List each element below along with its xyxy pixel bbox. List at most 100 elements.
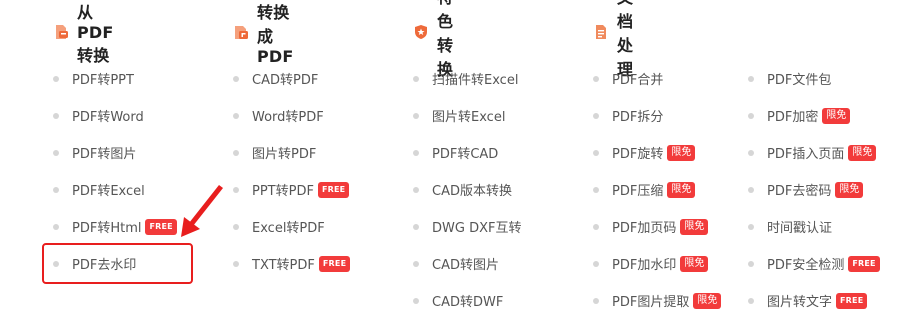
tool-label[interactable]: PDF图片提取 (612, 291, 689, 310)
shield-star-icon (413, 24, 429, 40)
tool-label[interactable]: PDF转Html (72, 217, 141, 236)
bullet-icon (593, 223, 599, 230)
tool-label[interactable]: Excel转PDF (252, 217, 325, 236)
tool-link[interactable]: CAD转DWF (413, 282, 503, 319)
column-title: 转换成PDF (257, 2, 294, 66)
bullet-icon (53, 75, 59, 82)
tool-label[interactable]: PDF合并 (612, 69, 663, 88)
bullet-icon (233, 186, 239, 193)
tool-link[interactable]: CAD转PDF (233, 60, 318, 97)
bullet-icon (233, 223, 239, 230)
column-header: 特色转换 (413, 0, 453, 79)
tool-label[interactable]: DWG DXF互转 (432, 217, 521, 236)
tool-link[interactable]: PDF旋转 限免 (593, 134, 696, 171)
tool-label[interactable]: PDF压缩 (612, 180, 663, 199)
tool-label[interactable]: PDF拆分 (612, 106, 663, 125)
tool-label[interactable]: PDF文件包 (767, 69, 831, 88)
bullet-icon (593, 260, 599, 267)
tool-label[interactable]: PDF转PPT (72, 69, 134, 88)
tool-link[interactable]: PDF去密码 限免 (748, 171, 864, 208)
pdf-doc-icon (53, 24, 69, 40)
tool-label[interactable]: PDF转Excel (72, 180, 145, 199)
tool-link[interactable]: CAD转图片 (413, 245, 499, 282)
tool-label[interactable]: PDF转图片 (72, 143, 136, 162)
tool-link[interactable]: 图片转Excel (413, 97, 505, 134)
tool-link[interactable]: DWG DXF互转 (413, 208, 521, 245)
tool-link[interactable]: PDF加页码 限免 (593, 208, 709, 245)
tool-link[interactable]: PDF压缩 限免 (593, 171, 696, 208)
tool-label[interactable]: PDF转CAD (432, 143, 498, 162)
free-badge: FREE (848, 255, 880, 272)
tool-label[interactable]: 图片转Excel (432, 106, 505, 125)
column-header: 转换成PDF (233, 3, 294, 66)
limited-free-badge: 限免 (693, 292, 722, 309)
limited-free-badge: 限免 (835, 181, 864, 198)
tool-link[interactable]: PDF安全检测 FREE (748, 245, 880, 282)
tool-label[interactable]: 图片转PDF (252, 143, 316, 162)
tool-label[interactable]: PDF加密 (767, 106, 818, 125)
tool-link[interactable]: PDF文件包 (748, 60, 831, 97)
bullet-icon (748, 149, 754, 156)
tool-link[interactable]: CAD版本转换 (413, 171, 512, 208)
tool-link[interactable]: TXT转PDF FREE (233, 245, 351, 282)
tool-link[interactable]: PDF加密 限免 (748, 97, 851, 134)
tool-link[interactable]: 图片转PDF (233, 134, 316, 171)
tool-label[interactable]: PDF加页码 (612, 217, 676, 236)
tool-label[interactable]: CAD转图片 (432, 254, 499, 273)
tool-link[interactable]: 图片转文字 FREE (748, 282, 868, 319)
tool-link[interactable]: PDF插入页面 限免 (748, 134, 877, 171)
bullet-icon (748, 260, 754, 267)
tool-label[interactable]: Word转PDF (252, 106, 324, 125)
tool-label[interactable]: CAD转PDF (252, 69, 318, 88)
tool-link[interactable]: Excel转PDF (233, 208, 325, 245)
bullet-icon (413, 186, 419, 193)
tool-link[interactable]: PDF图片提取 限免 (593, 282, 722, 319)
tool-link[interactable]: PDF转Html FREE (53, 208, 177, 245)
tool-label[interactable]: 时间戳认证 (767, 217, 832, 236)
tool-link[interactable]: PDF转PPT (53, 60, 134, 97)
convert-pdf-icon (233, 24, 249, 40)
tool-link[interactable]: 时间戳认证 (748, 208, 832, 245)
tool-link[interactable]: PDF转Excel (53, 171, 145, 208)
limited-free-badge: 限免 (680, 218, 709, 235)
tool-label[interactable]: CAD转DWF (432, 291, 503, 310)
tool-link[interactable]: PDF转CAD (413, 134, 498, 171)
tool-label[interactable]: PDF去密码 (767, 180, 831, 199)
bullet-icon (233, 260, 239, 267)
tool-label[interactable]: TXT转PDF (252, 254, 315, 273)
tool-link[interactable]: 扫描件转Excel (413, 60, 518, 97)
tool-link[interactable]: PDF拆分 (593, 97, 663, 134)
tool-link[interactable]: PPT转PDF FREE (233, 171, 350, 208)
tool-link[interactable]: Word转PDF (233, 97, 324, 134)
free-badge: FREE (145, 218, 177, 235)
limited-free-badge: 限免 (848, 144, 877, 161)
tool-link[interactable]: PDF转图片 (53, 134, 136, 171)
free-badge: FREE (318, 255, 351, 272)
bullet-icon (748, 186, 754, 193)
column-title: 从PDF转换 (77, 2, 114, 65)
tool-link[interactable]: PDF转Word (53, 97, 144, 134)
tool-label[interactable]: CAD版本转换 (432, 180, 512, 199)
bullet-icon (53, 149, 59, 156)
bullet-icon (748, 75, 754, 82)
tool-label[interactable]: PDF安全检测 (767, 254, 844, 273)
tool-label[interactable]: PDF插入页面 (767, 143, 844, 162)
tool-label[interactable]: PDF转Word (72, 106, 144, 125)
bullet-icon (748, 297, 754, 304)
tool-link[interactable]: PDF合并 (593, 60, 663, 97)
bullet-icon (233, 112, 239, 119)
bullet-icon (413, 223, 419, 230)
tool-label[interactable]: PDF旋转 (612, 143, 663, 162)
annotation-arrow-icon (181, 185, 223, 237)
tool-label[interactable]: PDF加水印 (612, 254, 676, 273)
tool-link[interactable]: PDF加水印 限免 (593, 245, 709, 282)
bullet-icon (593, 149, 599, 156)
limited-free-badge: 限免 (822, 107, 851, 124)
highlight-box (42, 243, 193, 284)
tool-label[interactable]: 图片转文字 (767, 291, 832, 310)
tool-label[interactable]: PPT转PDF (252, 180, 314, 199)
limited-free-badge: 限免 (680, 255, 709, 272)
column-header: 从PDF转换 (53, 3, 114, 65)
tool-label[interactable]: 扫描件转Excel (432, 69, 518, 88)
bullet-icon (413, 149, 419, 156)
